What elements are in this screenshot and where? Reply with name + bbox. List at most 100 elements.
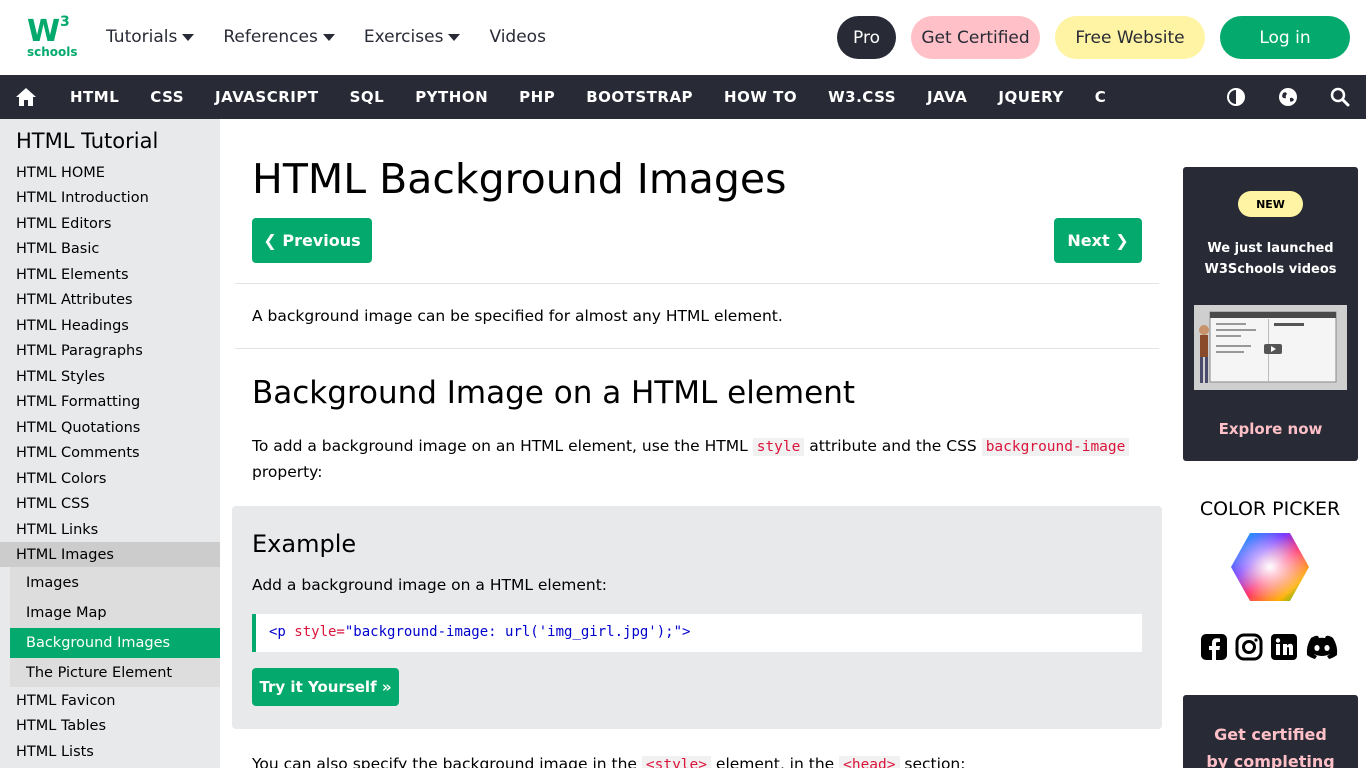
sidebar-item-html-images[interactable]: HTML Images [16, 547, 114, 563]
paragraph-text: You can also specify the background imag… [252, 755, 642, 768]
sidebar-item-html-editors[interactable]: HTML Editors [16, 216, 111, 232]
globe-icon[interactable] [1278, 87, 1298, 107]
sidebar-item-html-quotations[interactable]: HTML Quotations [16, 420, 140, 436]
section-heading: Background Image on a HTML element [252, 375, 856, 411]
nav-jquery[interactable]: JQUERY [998, 88, 1063, 106]
sidebar-item-html-elements[interactable]: HTML Elements [16, 267, 129, 283]
discord-icon[interactable] [1305, 633, 1339, 661]
sidebar-item-html-colors[interactable]: HTML Colors [16, 471, 106, 487]
nav-c[interactable]: C [1095, 88, 1107, 106]
main-content: HTML Background Images ❮ Previous Next ❯… [220, 119, 1174, 768]
nav-howto[interactable]: HOW TO [724, 88, 797, 106]
nav-bootstrap[interactable]: BOOTSTRAP [586, 88, 693, 106]
try-it-yourself-button[interactable]: Try it Yourself » [252, 668, 399, 706]
logo-w: W [27, 14, 60, 49]
videos-link[interactable]: Videos [489, 27, 546, 47]
sidebar-item-html-paragraphs[interactable]: HTML Paragraphs [16, 343, 143, 359]
paragraph-text: To add a background image on an HTML ele… [252, 437, 753, 455]
dark-mode-icon[interactable] [1226, 87, 1246, 107]
top-bar: W 3 schools Tutorials References Exercis… [0, 0, 1366, 75]
example-description: Add a background image on a HTML element… [252, 576, 608, 594]
w3schools-logo[interactable]: W 3 schools [27, 14, 78, 62]
inline-code: <head> [839, 756, 900, 768]
logo-sup: 3 [60, 14, 70, 30]
code-attr: style= [285, 624, 345, 640]
nav-sql[interactable]: SQL [350, 88, 385, 106]
caret-down-icon [448, 33, 461, 41]
divider [235, 348, 1159, 349]
caret-down-icon [182, 33, 195, 41]
nav-javascript[interactable]: JAVASCRIPT [215, 88, 319, 106]
get-certified-button[interactable]: Get Certified [911, 16, 1040, 59]
paragraph-line-1: To add a background image on an HTML ele… [252, 437, 1130, 456]
nav-php[interactable]: PHP [519, 88, 555, 106]
divider [235, 283, 1159, 284]
video-thumbnail-image[interactable] [1194, 305, 1347, 390]
login-button[interactable]: Log in [1220, 16, 1350, 59]
cert-line: Get certified [1214, 725, 1327, 744]
sidebar-item-html-css[interactable]: HTML CSS [16, 496, 90, 512]
certification-text: Get certified by completing [1183, 721, 1358, 768]
previous-button[interactable]: ❮ Previous [252, 218, 372, 263]
certification-promo-card[interactable]: Get certified by completing [1183, 695, 1358, 768]
sidebar-subitem-images[interactable]: Images [26, 575, 79, 591]
sidebar-item-html-formatting[interactable]: HTML Formatting [16, 394, 140, 410]
sidebar: HTML Tutorial HTML HOME HTML Introductio… [0, 119, 220, 768]
sidebar-item-html-links[interactable]: HTML Links [16, 522, 98, 538]
sidebar-item-html-comments[interactable]: HTML Comments [16, 445, 140, 461]
inline-code: background-image [981, 438, 1130, 456]
inline-code: <style> [641, 756, 711, 768]
new-badge: NEW [1238, 191, 1303, 217]
code-value: "background-image: url('img_girl.jpg');" [344, 624, 683, 640]
nav-w3css[interactable]: W3.CSS [828, 88, 896, 106]
nav-html[interactable]: HTML [70, 88, 119, 106]
references-menu[interactable]: References [223, 27, 335, 47]
sidebar-subitem-background-images[interactable]: Background Images [26, 635, 170, 651]
sidebar-item-html-introduction[interactable]: HTML Introduction [16, 190, 149, 206]
sidebar-title: HTML Tutorial [16, 129, 159, 153]
cert-line: by completing [1206, 752, 1335, 768]
tutorials-menu[interactable]: Tutorials [106, 27, 195, 47]
facebook-icon[interactable] [1200, 633, 1228, 661]
sidebar-item-html-tables[interactable]: HTML Tables [16, 718, 106, 734]
sidebar-item-html-styles[interactable]: HTML Styles [16, 369, 105, 385]
paragraph-line-3: You can also specify the background imag… [252, 755, 965, 768]
nav-java[interactable]: JAVA [927, 88, 967, 106]
sidebar-item-html-attributes[interactable]: HTML Attributes [16, 292, 133, 308]
sidebar-item-html-headings[interactable]: HTML Headings [16, 318, 129, 334]
sidebar-subitem-picture-element[interactable]: The Picture Element [26, 665, 172, 681]
sidebar-item-html-lists[interactable]: HTML Lists [16, 744, 94, 760]
pro-button[interactable]: Pro [837, 16, 896, 59]
videos-label: Videos [489, 27, 546, 47]
nav-css[interactable]: CSS [150, 88, 184, 106]
page-title: HTML Background Images [252, 155, 787, 203]
paragraph-text: element, in the [710, 755, 840, 768]
free-website-button[interactable]: Free Website [1055, 16, 1205, 59]
explore-now-link[interactable]: Explore now [1183, 420, 1358, 438]
home-icon[interactable] [15, 87, 37, 107]
nav-python[interactable]: PYTHON [415, 88, 488, 106]
linkedin-icon[interactable] [1270, 633, 1298, 661]
paragraph-line-2: property: [252, 463, 323, 481]
instagram-icon[interactable] [1235, 633, 1263, 661]
promo-line: W3Schools videos [1204, 262, 1337, 277]
code-tag: <p [269, 624, 286, 640]
inline-code: style [752, 438, 805, 456]
exercises-menu[interactable]: Exercises [364, 27, 461, 47]
subject-links: HTML CSS JAVASCRIPT SQL PYTHON PHP BOOTS… [70, 88, 1137, 106]
sidebar-subitem-image-map[interactable]: Image Map [26, 605, 107, 621]
color-picker-hexagon-icon[interactable] [1230, 532, 1310, 602]
search-icon[interactable] [1330, 87, 1350, 107]
next-button[interactable]: Next ❯ [1054, 218, 1142, 263]
sidebar-item-html-favicon[interactable]: HTML Favicon [16, 693, 116, 709]
top-nav: Tutorials References Exercises Videos [106, 27, 575, 47]
sidebar-item-html-home[interactable]: HTML HOME [16, 165, 105, 181]
promo-line: We just launched [1207, 241, 1334, 256]
references-label: References [223, 27, 318, 47]
video-promo-card[interactable]: NEW We just launched W3Schools videos Ex… [1183, 167, 1358, 461]
subject-nav: HTML CSS JAVASCRIPT SQL PYTHON PHP BOOTS… [0, 75, 1366, 119]
code-line: <p style="background-image: url('img_gir… [269, 624, 690, 640]
example-box: Example Add a background image on a HTML… [232, 506, 1162, 729]
sidebar-item-html-basic[interactable]: HTML Basic [16, 241, 99, 257]
caret-down-icon [322, 33, 335, 41]
